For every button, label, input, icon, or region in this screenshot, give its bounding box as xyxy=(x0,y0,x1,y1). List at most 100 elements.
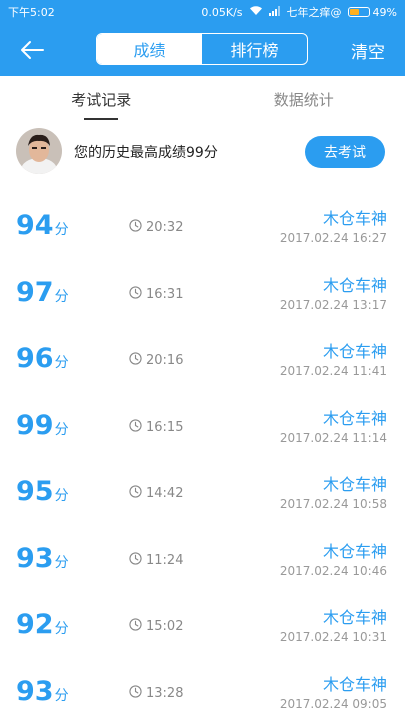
record-duration-value: 16:31 xyxy=(146,287,183,302)
record-row[interactable]: 95分 14:42 木仓车神 2017.02.24 10:58 xyxy=(0,459,405,526)
best-score-text: 您的历史最高成绩99分 xyxy=(74,142,218,162)
record-duration-value: 20:16 xyxy=(146,353,183,368)
record-score: 94分 xyxy=(16,210,69,241)
record-row[interactable]: 93分 13:28 木仓车神 2017.02.24 09:05 xyxy=(0,659,405,725)
record-user-name: 木仓车神 xyxy=(323,405,387,429)
avatar xyxy=(16,128,62,174)
record-row[interactable]: 96分 20:16 木仓车神 2017.02.24 11:41 xyxy=(0,326,405,393)
clock-icon xyxy=(129,685,142,702)
record-duration: 16:31 xyxy=(129,286,183,303)
record-score-value: 95 xyxy=(16,476,54,507)
back-button[interactable] xyxy=(14,34,50,66)
record-duration: 14:42 xyxy=(129,485,183,502)
tab-data-statistics-label: 数据统计 xyxy=(274,89,334,110)
record-date: 2017.02.24 16:27 xyxy=(280,231,387,245)
status-right: 0.05K/s 七年之痒@ 49% xyxy=(201,4,397,20)
record-score-value: 99 xyxy=(16,410,54,441)
record-score: 97分 xyxy=(16,277,69,308)
take-exam-button[interactable]: 去考试 xyxy=(305,136,385,168)
record-score-value: 96 xyxy=(16,343,54,374)
tab-bar: 考试记录 数据统计 xyxy=(0,76,405,122)
record-score: 93分 xyxy=(16,676,69,707)
record-score-unit: 分 xyxy=(55,621,69,637)
record-date: 2017.02.24 10:58 xyxy=(280,497,387,511)
battery-icon xyxy=(348,7,370,17)
tab-data-statistics[interactable]: 数据统计 xyxy=(203,76,405,122)
clock-icon xyxy=(129,286,142,303)
record-score-unit: 分 xyxy=(55,355,69,371)
record-score-unit: 分 xyxy=(55,555,69,571)
record-score-unit: 分 xyxy=(55,488,69,504)
status-bar: 下午5:02 0.05K/s 七年之痒@ 49% xyxy=(0,0,405,24)
clock-icon xyxy=(129,552,142,569)
record-row[interactable]: 94分 20:32 木仓车神 2017.02.24 16:27 xyxy=(0,193,405,260)
record-score-unit: 分 xyxy=(55,289,69,305)
record-score-value: 92 xyxy=(16,609,54,640)
record-user-name: 木仓车神 xyxy=(323,205,387,229)
status-time-wrap: 下午5:02 xyxy=(8,4,55,20)
record-row[interactable]: 92分 15:02 木仓车神 2017.02.24 10:31 xyxy=(0,592,405,659)
record-date: 2017.02.24 11:41 xyxy=(280,364,387,378)
best-score-banner: 您的历史最高成绩99分 去考试 xyxy=(0,122,405,186)
record-user-name: 木仓车神 xyxy=(323,604,387,628)
exam-record-list: 94分20:32木仓车神2017.02.24 16:2797分16:31木仓车神… xyxy=(0,193,405,725)
record-score: 96分 xyxy=(16,343,69,374)
record-duration-value: 20:32 xyxy=(146,220,183,235)
record-duration: 20:16 xyxy=(129,352,183,369)
record-score-value: 93 xyxy=(16,676,54,707)
record-score: 99分 xyxy=(16,410,69,441)
record-duration-value: 11:24 xyxy=(146,553,183,568)
record-duration-value: 14:42 xyxy=(146,486,183,501)
battery-percent: 49% xyxy=(373,6,397,19)
segmented-control: 成绩 排行榜 xyxy=(96,33,308,65)
record-user-name: 木仓车神 xyxy=(323,272,387,296)
record-score-value: 94 xyxy=(16,210,54,241)
record-user-name: 木仓车神 xyxy=(323,538,387,562)
nav-bar: 成绩 排行榜 清空 xyxy=(0,24,405,76)
record-duration-value: 15:02 xyxy=(146,619,183,634)
network-speed: 0.05K/s xyxy=(201,6,242,19)
record-score: 92分 xyxy=(16,609,69,640)
record-duration-value: 13:28 xyxy=(146,686,183,701)
wifi-icon xyxy=(249,5,263,19)
record-duration: 11:24 xyxy=(129,552,183,569)
record-date: 2017.02.24 11:14 xyxy=(280,431,387,445)
record-score-value: 97 xyxy=(16,277,54,308)
record-date: 2017.02.24 10:31 xyxy=(280,630,387,644)
battery-fill xyxy=(350,9,360,15)
tab-exam-records[interactable]: 考试记录 xyxy=(0,76,203,122)
record-row[interactable]: 97分 16:31 木仓车神 2017.02.24 13:17 xyxy=(0,260,405,327)
status-time: 下午5:02 xyxy=(8,4,55,20)
record-duration: 16:15 xyxy=(129,419,183,436)
clock-icon xyxy=(129,485,142,502)
clock-icon xyxy=(129,352,142,369)
signal-icon xyxy=(269,6,281,19)
record-user-name: 木仓车神 xyxy=(323,471,387,495)
record-row[interactable]: 93分 11:24 木仓车神 2017.02.24 10:46 xyxy=(0,526,405,593)
record-score-unit: 分 xyxy=(55,688,69,704)
record-duration: 20:32 xyxy=(129,219,183,236)
record-score: 95分 xyxy=(16,476,69,507)
record-date: 2017.02.24 09:05 xyxy=(280,697,387,711)
record-date: 2017.02.24 13:17 xyxy=(280,298,387,312)
clock-icon xyxy=(129,618,142,635)
record-score-unit: 分 xyxy=(55,422,69,438)
record-score-value: 93 xyxy=(16,543,54,574)
record-user-name: 木仓车神 xyxy=(323,338,387,362)
record-duration: 13:28 xyxy=(129,685,183,702)
segment-scores[interactable]: 成绩 xyxy=(97,34,202,64)
back-arrow-icon xyxy=(19,40,45,60)
record-duration: 15:02 xyxy=(129,618,183,635)
record-date: 2017.02.24 10:46 xyxy=(280,564,387,578)
record-duration-value: 16:15 xyxy=(146,420,183,435)
tab-underline xyxy=(84,118,118,120)
carrier-name: 七年之痒@ xyxy=(287,4,342,20)
record-row[interactable]: 99分 16:15 木仓车神 2017.02.24 11:14 xyxy=(0,393,405,460)
record-score-unit: 分 xyxy=(55,222,69,238)
battery-indicator: 49% xyxy=(348,6,397,19)
segment-leaderboard[interactable]: 排行榜 xyxy=(202,34,307,64)
record-user-name: 木仓车神 xyxy=(323,671,387,695)
clear-button[interactable]: 清空 xyxy=(351,38,385,63)
clock-icon xyxy=(129,419,142,436)
tab-exam-records-label: 考试记录 xyxy=(71,89,131,110)
